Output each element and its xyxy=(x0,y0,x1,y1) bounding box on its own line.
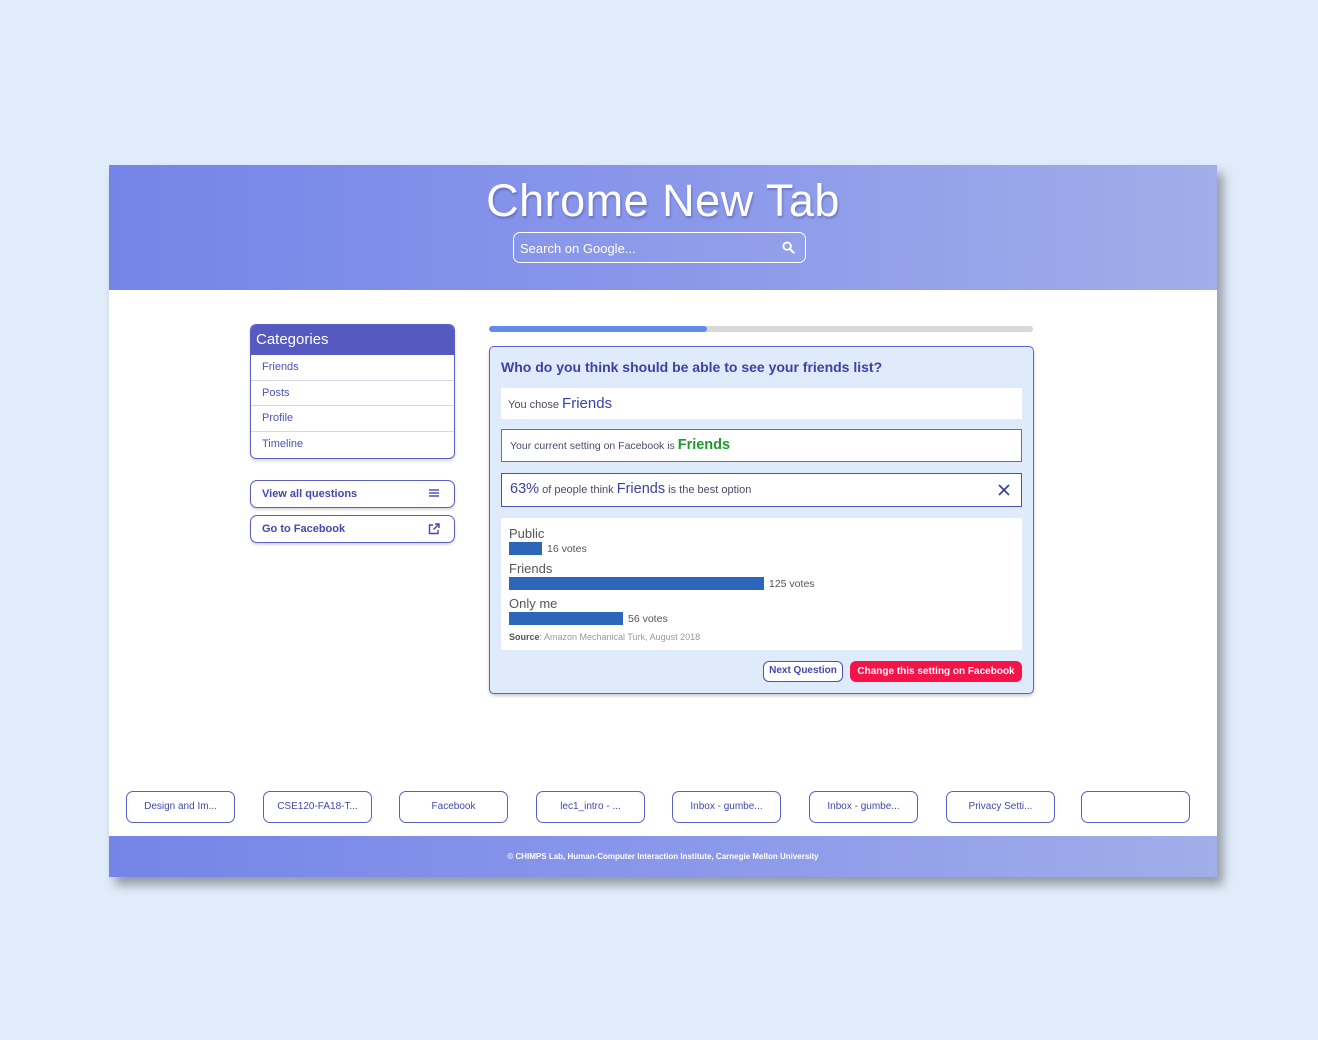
go-to-facebook-button[interactable]: Go to Facebook xyxy=(250,515,455,543)
go-to-facebook-label: Go to Facebook xyxy=(262,523,346,535)
bar-only-me xyxy=(509,612,623,625)
shortcut-tile[interactable]: Design and Im... xyxy=(126,791,235,823)
current-setting-value: Friends xyxy=(677,437,731,453)
new-tab-window: Chrome New Tab Categories Friends Posts … xyxy=(109,165,1217,877)
opinion-option: Friends xyxy=(616,481,666,497)
source-label: Source xyxy=(509,632,540,642)
bar-label-public: Public xyxy=(509,526,545,541)
user-choice-value: Friends xyxy=(562,395,613,412)
source-text: : Amazon Mechanical Turk, August 2018 xyxy=(539,632,701,642)
bar-label-only-me: Only me xyxy=(509,596,558,611)
shortcut-tile[interactable]: Privacy Setti... xyxy=(946,791,1055,823)
bar-public xyxy=(509,542,542,555)
question-card: Who do you think should be able to see y… xyxy=(489,346,1034,694)
user-choice-box: You chose Friends xyxy=(501,388,1022,419)
list-icon xyxy=(429,489,439,497)
search-icon[interactable] xyxy=(782,241,795,254)
current-setting-prefix: Your current setting on Facebook is xyxy=(510,440,675,452)
bar-votes-friends: 125 votes xyxy=(769,578,815,590)
bar-friends xyxy=(509,577,764,590)
close-icon[interactable] xyxy=(998,484,1010,496)
user-choice-prefix: You chose xyxy=(508,399,559,411)
external-link-icon xyxy=(428,523,440,535)
question-text: Who do you think should be able to see y… xyxy=(501,359,883,375)
search-input[interactable] xyxy=(520,238,770,258)
categories-panel: Categories Friends Posts Profile Timelin… xyxy=(250,324,455,459)
view-all-questions-button[interactable]: View all questions xyxy=(250,480,455,508)
bar-label-friends: Friends xyxy=(509,561,553,576)
page-title: Chrome New Tab xyxy=(486,175,840,226)
category-item-friends[interactable]: Friends xyxy=(251,355,454,381)
question-progress-bar xyxy=(489,326,1033,332)
votes-chart: Source: Amazon Mechanical Turk, August 2… xyxy=(501,518,1022,650)
change-setting-button[interactable]: Change this setting on Facebook xyxy=(850,661,1022,682)
shortcut-tile[interactable]: Facebook xyxy=(399,791,508,823)
shortcut-tile[interactable] xyxy=(1081,791,1190,823)
category-item-posts[interactable]: Posts xyxy=(251,381,454,406)
view-all-questions-label: View all questions xyxy=(262,488,358,500)
categories-title: Categories xyxy=(251,325,454,355)
shortcut-tile[interactable]: CSE120-FA18-T... xyxy=(263,791,372,823)
shortcut-tile[interactable]: Inbox - gumbe... xyxy=(672,791,781,823)
footer: © CHIMPS Lab, Human-Computer Interaction… xyxy=(109,836,1217,877)
shortcut-tile[interactable]: Inbox - gumbe... xyxy=(809,791,918,823)
popular-opinion-box: 63% of people think Friends is the best … xyxy=(501,473,1022,507)
progress-fill xyxy=(489,326,707,332)
next-question-button[interactable]: Next Question xyxy=(763,661,843,682)
category-item-profile[interactable]: Profile xyxy=(251,406,454,432)
opinion-suffix: is the best option xyxy=(668,484,752,496)
shortcut-tile[interactable]: lec1_intro - ... xyxy=(536,791,645,823)
category-item-timeline[interactable]: Timeline xyxy=(251,432,454,458)
bar-votes-public: 16 votes xyxy=(547,543,587,555)
header: Chrome New Tab xyxy=(109,165,1217,290)
search-box xyxy=(513,232,806,263)
chart-source: Source: Amazon Mechanical Turk, August 2… xyxy=(509,632,700,642)
opinion-percent: 63% xyxy=(510,481,540,497)
opinion-mid-text: of people think xyxy=(542,484,614,496)
current-setting-box: Your current setting on Facebook is Frie… xyxy=(501,429,1022,462)
bar-votes-only-me: 56 votes xyxy=(628,613,668,625)
